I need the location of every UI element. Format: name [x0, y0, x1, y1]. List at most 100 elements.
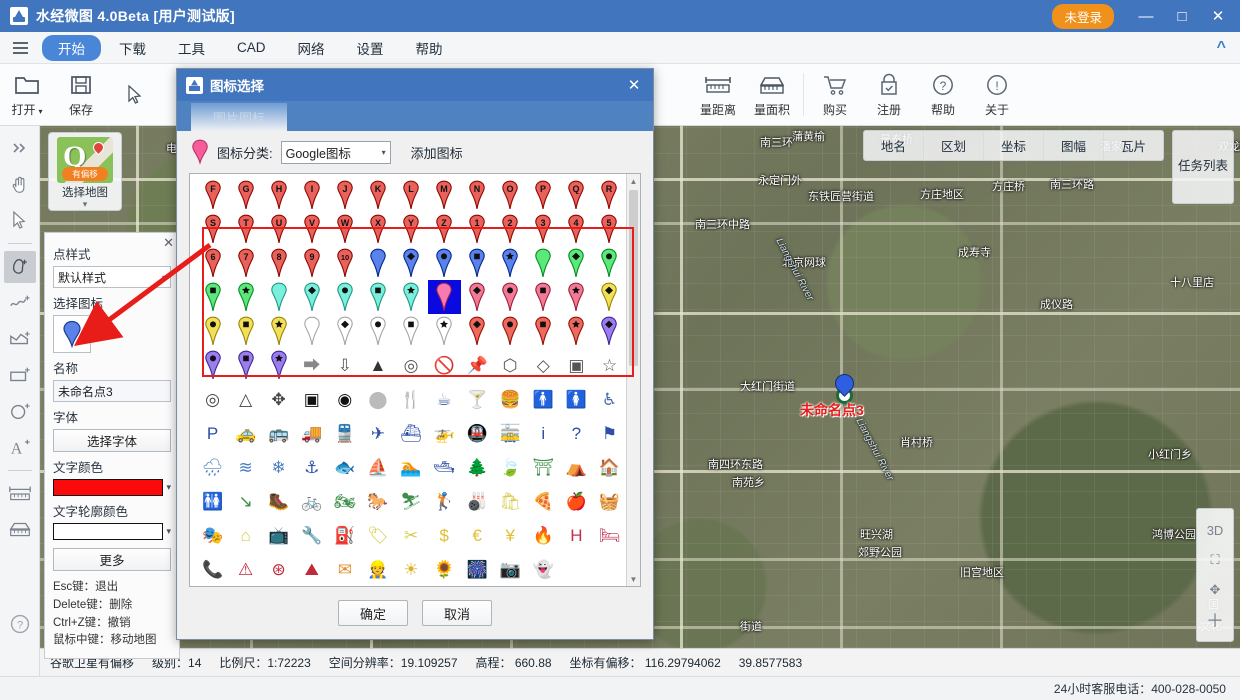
pin-icon-square[interactable]	[461, 246, 494, 280]
leaf-icon[interactable]: 🍃	[494, 450, 527, 484]
zoom-in-button[interactable]: ＋	[1200, 605, 1230, 635]
billboard-icon[interactable]: 🏷	[361, 518, 394, 552]
fire-icon[interactable]: 🔥	[527, 518, 560, 552]
flag-icon[interactable]: ⚑	[593, 416, 626, 450]
swimmer-icon[interactable]: 🏊	[394, 450, 427, 484]
map-point-marker[interactable]: 未命名点3	[800, 370, 864, 418]
add-polygon-icon[interactable]	[4, 323, 36, 355]
menu-item-download[interactable]: 下载	[105, 35, 160, 61]
dollar-icon[interactable]: $	[428, 518, 461, 552]
snowflake-icon[interactable]: ❄	[262, 450, 295, 484]
hamburger-menu-icon[interactable]	[6, 36, 34, 60]
tv-icon[interactable]: 📺	[262, 518, 295, 552]
pin-icon-R[interactable]: R	[593, 178, 626, 212]
pin-icon-square[interactable]	[229, 314, 262, 348]
phone-icon[interactable]: 📞	[196, 552, 229, 586]
pin-icon-10[interactable]: 10	[328, 246, 361, 280]
pin-icon-square[interactable]	[527, 314, 560, 348]
toolbar-measure-area-button[interactable]: 量面积	[745, 64, 799, 125]
cafe-icon[interactable]: ☕	[428, 382, 461, 416]
layer-button-districts[interactable]: 区划	[924, 131, 984, 160]
pin-icon-circle[interactable]	[494, 280, 527, 314]
measure-area-icon[interactable]	[4, 514, 36, 546]
pin-icon-none[interactable]	[527, 246, 560, 280]
wrench-icon[interactable]: 🔧	[295, 518, 328, 552]
train-icon[interactable]: 🚆	[328, 416, 361, 450]
flower-icon[interactable]: 🌻	[428, 552, 461, 586]
scrollbar-thumb[interactable]	[629, 190, 638, 366]
pin-icon-2[interactable]: 2	[494, 212, 527, 246]
pin-icon-8[interactable]: 8	[262, 246, 295, 280]
add-rectangle-icon[interactable]	[4, 359, 36, 391]
dot-circle-icon[interactable]: ◉	[328, 382, 361, 416]
pin-icon-S[interactable]: S	[196, 212, 229, 246]
restaurant-icon[interactable]: 🍴	[394, 382, 427, 416]
tree-icon[interactable]: 🌲	[461, 450, 494, 484]
pin-icon-7[interactable]: 7	[229, 246, 262, 280]
man-icon[interactable]: 🚹	[527, 382, 560, 416]
cancel-button[interactable]: 取消	[422, 600, 492, 626]
pin-icon-square[interactable]	[196, 280, 229, 314]
3d-button[interactable]: 3D	[1200, 515, 1230, 545]
scroll-up-arrow-icon[interactable]: ▲	[627, 174, 640, 188]
motorcycle-icon[interactable]: 🏍	[328, 484, 361, 518]
taxi-icon[interactable]: 🚕	[229, 416, 262, 450]
pin-icon-circle[interactable]	[328, 280, 361, 314]
dialog-close-button[interactable]: ✕	[621, 72, 647, 98]
ship-icon[interactable]: ⛴	[394, 416, 427, 450]
help-icon[interactable]: ?	[4, 608, 36, 640]
question-circle-icon[interactable]: ?	[560, 416, 593, 450]
toolbar-help-button[interactable]: ? 帮助	[916, 64, 970, 125]
minimize-button[interactable]: —	[1128, 0, 1164, 32]
layer-button-placenames[interactable]: 地名	[864, 131, 924, 160]
pin-icon-9[interactable]: 9	[295, 246, 328, 280]
arrow-curve-icon[interactable]: ⮕	[295, 348, 328, 382]
pin-icon-I[interactable]: I	[295, 178, 328, 212]
ghost-icon[interactable]: 👻	[527, 552, 560, 586]
chevron-down-icon[interactable]: ▾	[166, 482, 171, 493]
pin-icon-L[interactable]: L	[394, 178, 427, 212]
barber-icon[interactable]: ✂	[394, 518, 427, 552]
pin-icon-J[interactable]: J	[328, 178, 361, 212]
pin-icon-star[interactable]	[262, 314, 295, 348]
move-handles-icon[interactable]: ✥	[262, 382, 295, 416]
pin-icon-star[interactable]	[560, 314, 593, 348]
pin-icon-diamond[interactable]	[328, 314, 361, 348]
woman-icon[interactable]: 🚺	[560, 382, 593, 416]
pin-icon-square[interactable]	[394, 314, 427, 348]
pin-icon-diamond[interactable]	[593, 314, 626, 348]
pin-icon-square[interactable]	[527, 280, 560, 314]
bowling-icon[interactable]: 🎳	[461, 484, 494, 518]
pin-icon-square[interactable]	[361, 280, 394, 314]
yen-icon[interactable]: ¥	[494, 518, 527, 552]
pin-icon-U[interactable]: U	[262, 212, 295, 246]
shopping-bag-icon[interactable]: 🛍	[494, 484, 527, 518]
chevron-down-icon[interactable]: ▾	[166, 526, 171, 537]
circle-outline-icon[interactable]: ◎	[394, 348, 427, 382]
pin-icon-V[interactable]: V	[295, 212, 328, 246]
siren-icon[interactable]: ⊛	[262, 552, 295, 586]
bottle-apple-icon[interactable]: 🍎	[560, 484, 593, 518]
category-select[interactable]: Google图标 ▾	[280, 140, 391, 164]
rain-cloud-icon[interactable]: 🌧	[196, 450, 229, 484]
pin-icon-diamond[interactable]	[394, 246, 427, 280]
arrow-down-right-icon[interactable]: ↘	[229, 484, 262, 518]
tent-icon[interactable]: ⛺	[560, 450, 593, 484]
pin-icon-P[interactable]: P	[527, 178, 560, 212]
toolbar-open-button[interactable]: 打开 ▾	[0, 64, 54, 125]
add-text-icon[interactable]: A	[4, 431, 36, 463]
sailboat-icon[interactable]: ⛵	[361, 450, 394, 484]
picnic-table-icon[interactable]: ⛩	[527, 450, 560, 484]
menu-item-start[interactable]: 开始	[42, 34, 101, 61]
pin-icon-circle[interactable]	[361, 314, 394, 348]
pin-icon-M[interactable]: M	[428, 178, 461, 212]
basket-icon[interactable]: 🧺	[593, 484, 626, 518]
more-button[interactable]: 更多	[53, 548, 171, 571]
pin-icon-none[interactable]	[295, 314, 328, 348]
pin-icon-star[interactable]	[560, 280, 593, 314]
toolbar-buy-button[interactable]: 购买	[808, 64, 862, 125]
tram-icon[interactable]: 🚋	[494, 416, 527, 450]
login-status-badge[interactable]: 未登录	[1052, 3, 1114, 29]
pin-icon-1[interactable]: 1	[461, 212, 494, 246]
subway-icon[interactable]: 🚇	[461, 416, 494, 450]
